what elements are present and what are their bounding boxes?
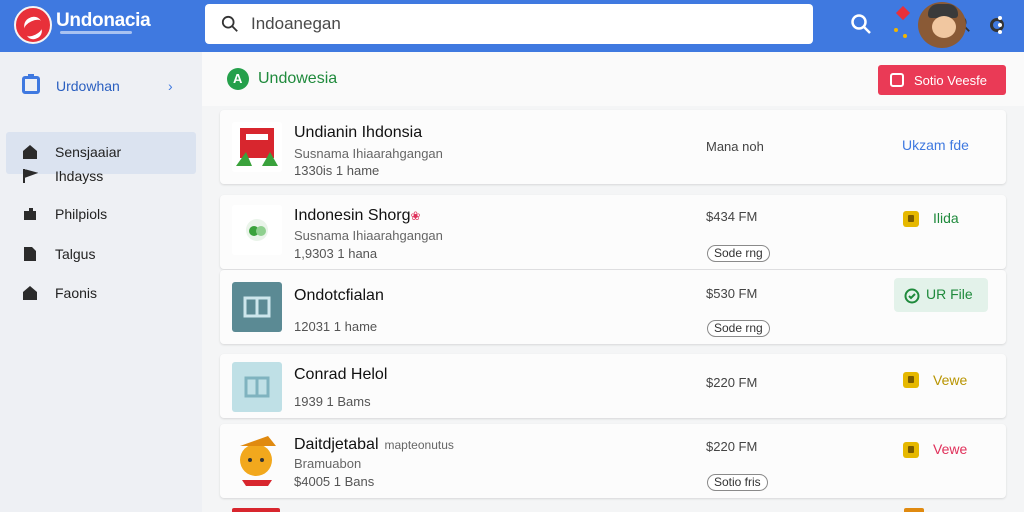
item-meta: 1,9303 1 hana [294, 246, 378, 261]
item-thumbnail [232, 205, 282, 255]
lock-icon [903, 442, 919, 458]
item-price: $530 FM [706, 286, 758, 301]
item-title[interactable]: Conrad Helol [294, 366, 387, 384]
sidebar-header-label: Urdowhan [56, 78, 120, 94]
mascot-icon [240, 436, 276, 486]
search-bar[interactable] [205, 4, 1004, 44]
item-subtitle: Susnama Ihiaarahgangan [294, 228, 443, 243]
search-input[interactable] [251, 4, 721, 44]
grid-icon [243, 296, 271, 318]
sidebar-item-label: Ihdayss [55, 168, 104, 184]
top-bar: Undonacia [0, 0, 1024, 52]
item-action-link[interactable]: Vewe [933, 441, 967, 457]
lock-icon [903, 372, 919, 388]
item-title[interactable]: Ondotcfialan [294, 287, 384, 305]
brand-tagline-bar [60, 31, 132, 34]
list-item[interactable]: Conrad Helol 1939 1 Bams $220 FM Vewe [220, 354, 1006, 418]
grid-icon [244, 376, 270, 398]
main-content: Undowesia Sotio Veesfe Undianin Ihdonsia… [202, 52, 1024, 512]
sidebar-item-ihdayss[interactable]: Ihdayss [6, 156, 196, 198]
primary-action-label: Sotio Veesfe [914, 73, 987, 88]
chevron-right-icon[interactable]: › [168, 78, 173, 94]
item-action-link[interactable]: Ukzam fde [902, 137, 969, 153]
item-meta: $4005 1 Bans [294, 474, 375, 489]
item-price: $220 FM [706, 439, 758, 454]
item-thumbnail [232, 362, 282, 412]
search-icon[interactable] [221, 15, 239, 33]
flag-icon [23, 169, 38, 183]
brand-logo[interactable] [14, 6, 52, 44]
sidebar-header[interactable]: Urdowhan › [0, 68, 202, 104]
item-thumbnail [232, 508, 280, 512]
item-action-label: UR File [926, 286, 973, 302]
sidebar-item-talgus[interactable]: Talgus [6, 234, 196, 276]
file-icon [24, 247, 36, 261]
file-action-button[interactable]: UR File [894, 278, 988, 312]
check-circle-icon [904, 288, 920, 304]
sidebar-item-faonis[interactable]: Faonis [6, 273, 196, 315]
brand-name[interactable]: Undonacia [56, 10, 151, 32]
lock-icon [904, 508, 924, 512]
item-price: $434 FM [706, 209, 758, 224]
avatar[interactable] [918, 2, 966, 48]
lock-icon [903, 211, 919, 227]
item-subtitle: Susnama Ihiaarahgangan [294, 146, 443, 161]
item-title[interactable]: Indonesin Shorg❀ [294, 207, 421, 225]
list-item[interactable]: Indonesin Shorg❀ Susnama Ihiaarahgangan … [220, 195, 1006, 269]
item-meta: 12031 1 hame [294, 319, 378, 334]
search-icon[interactable] [850, 13, 872, 35]
add-icon [890, 73, 904, 87]
status-badge[interactable]: Sode rng [707, 245, 770, 262]
notification-badge-icon[interactable] [892, 6, 914, 40]
list-item[interactable]: Undianin Ihdonsia Susnama Ihiaarahgangan… [220, 110, 1006, 184]
sidebar-item-label: Faonis [55, 285, 98, 301]
item-thumbnail [232, 122, 282, 172]
item-meta: 1939 1 Bams [294, 394, 371, 409]
sidebar-item-label: Philpiols [55, 206, 108, 222]
sidebar-item-philpiols[interactable]: Philpiols [6, 194, 196, 236]
puzzle-icon [24, 208, 36, 220]
item-price: $220 FM [706, 375, 758, 390]
item-price: Mana noh [706, 139, 764, 154]
item-title[interactable]: Daitdjetabal mapteonutus [294, 436, 454, 454]
list-item[interactable]: Daitdjetabal mapteonutus Bramuabon $4005 … [220, 424, 1006, 498]
item-thumbnail [232, 282, 282, 332]
sidebar: Urdowhan › Sensjaaiar Ihdayss Philpiols … [0, 52, 202, 512]
sidebar-item-label: Talgus [55, 246, 96, 262]
item-subtitle: Bramuabon [294, 456, 362, 471]
status-badge[interactable]: Sode rng [707, 320, 770, 337]
package-icon [236, 128, 278, 166]
avatar-face [932, 16, 956, 38]
app-logo-icon [227, 68, 249, 90]
primary-action-button[interactable]: Sotio Veesfe [878, 65, 1006, 95]
folder-icon [22, 74, 40, 94]
item-thumbnail [232, 430, 282, 486]
item-action-link[interactable]: Ilida [933, 210, 959, 226]
home-icon [23, 286, 37, 300]
item-meta: 1330is 1 hame [294, 163, 380, 178]
item-action-link[interactable]: Vewe [933, 372, 967, 388]
status-badge[interactable]: Sotio fris [707, 474, 768, 491]
leaf-logo-icon [246, 219, 268, 241]
item-title[interactable]: Undianin Ihdonsia [294, 124, 422, 142]
more-vertical-icon[interactable] [997, 14, 1003, 36]
list-item[interactable]: Ondotcfialan 12031 1 hame $530 FM Sode r… [220, 270, 1006, 344]
main-header: Undowesia Sotio Veesfe [202, 52, 1024, 106]
page-title: Undowesia [258, 70, 338, 87]
